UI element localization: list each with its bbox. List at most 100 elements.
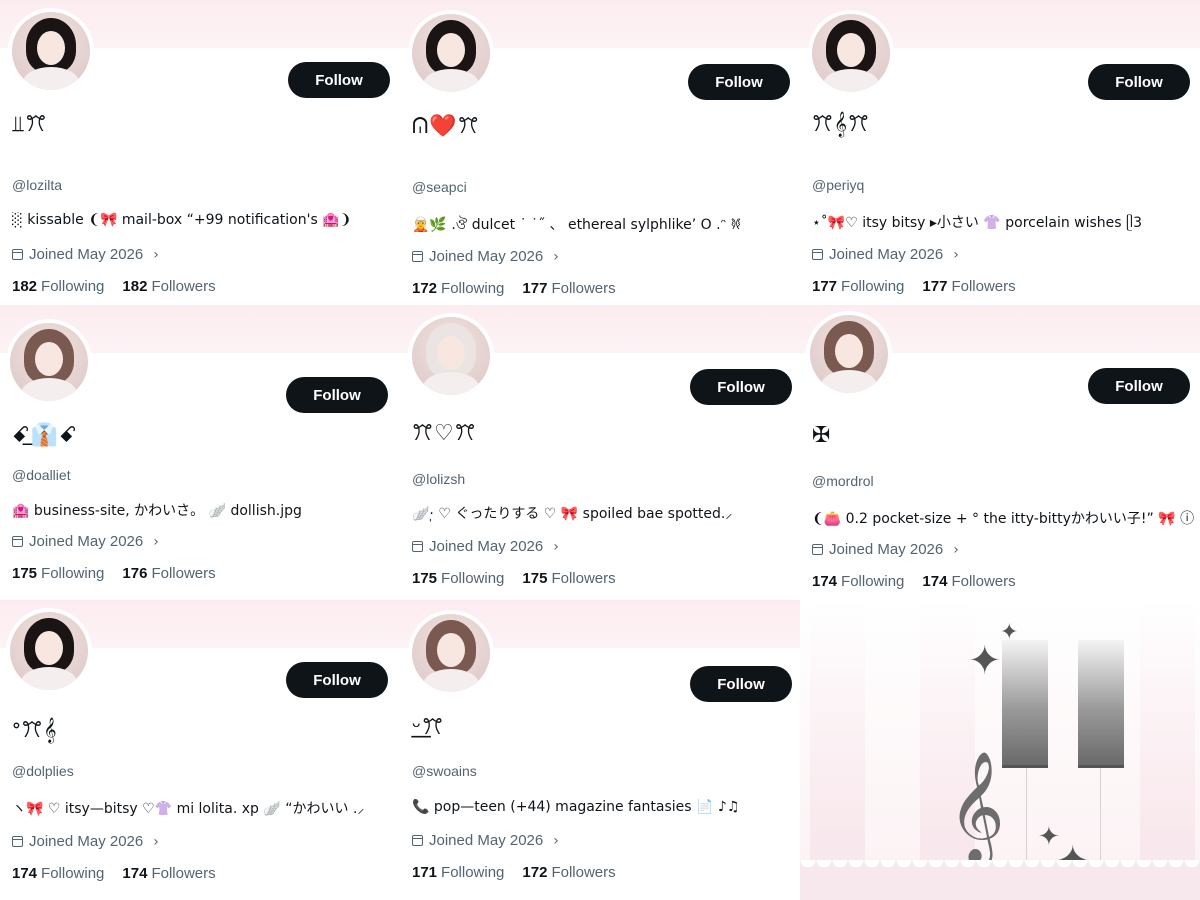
handle[interactable]: @doalliet — [12, 467, 71, 483]
joined-label: Joined May 2026 — [829, 541, 944, 558]
bio: ❨👛 0.2 pocket-size + ° the itty-bittyかわい… — [812, 511, 1194, 527]
follow-button[interactable]: Follow — [690, 369, 792, 405]
followers-count-link[interactable]: 175 Followers — [522, 570, 615, 587]
avatar[interactable] — [6, 608, 92, 694]
calendar-icon — [12, 836, 23, 847]
joined-date[interactable]: Joined May 2026 › — [812, 541, 959, 558]
bio: ░ kissable ❨🎀 mail-box “+99 notification… — [12, 212, 352, 228]
calendar-icon — [812, 249, 823, 260]
handle[interactable]: @periyq — [812, 177, 864, 193]
following-count-link[interactable]: 172 Following — [412, 280, 504, 297]
follow-button[interactable]: Follow — [286, 662, 388, 698]
bio: 🏩 business-site, かわいさ。 🪽 dollish.jpg — [12, 503, 302, 519]
followers-count: 174 — [122, 865, 148, 882]
follow-button[interactable]: Follow — [1088, 64, 1190, 100]
following-count: 175 — [12, 565, 38, 582]
avatar[interactable] — [408, 10, 494, 96]
sparkle-icon: ✦ — [1000, 620, 1019, 645]
calendar-icon — [412, 835, 423, 846]
followers-count-link[interactable]: 182 Followers — [122, 278, 215, 295]
avatar[interactable] — [808, 10, 894, 96]
display-name: ✠ — [812, 423, 832, 448]
display-name: ꗃ͟👔ꗃ — [12, 423, 78, 448]
chevron-right-icon: › — [153, 533, 159, 550]
following-count-link[interactable]: 182 Following — [12, 278, 104, 295]
avatar[interactable] — [408, 313, 494, 399]
follow-stats: 175 Following 175 Followers — [412, 570, 616, 587]
follow-stats: 171 Following 172 Followers — [412, 864, 616, 881]
bio: ヽ🎀 ♡ itsy—bitsy ♡👚 mi lolita. xp 🪽 “かわいい… — [12, 801, 365, 817]
following-label: Following — [41, 565, 105, 582]
display-name: ⫫ꔫ — [12, 112, 48, 137]
avatar[interactable] — [408, 610, 494, 696]
calendar-icon — [412, 541, 423, 552]
profile-card: Follow ꗃ͟👔ꗃ @doalliet 🏩 business-site, か… — [0, 305, 400, 605]
following-count: 177 — [812, 278, 838, 295]
following-count-link[interactable]: 175 Following — [412, 570, 504, 587]
following-count-link[interactable]: 174 Following — [812, 573, 904, 590]
handle[interactable]: @mordrol — [812, 473, 874, 489]
followers-label: Followers — [951, 278, 1016, 295]
avatar[interactable] — [8, 8, 94, 94]
chevron-right-icon: › — [553, 538, 559, 555]
display-name: ᐤꔫ𝄞 — [12, 718, 58, 743]
follow-stats: 174 Following 174 Followers — [812, 573, 1016, 590]
following-label: Following — [41, 278, 105, 295]
profile-card: Follow ✠ @mordrol ❨👛 0.2 pocket-size + °… — [800, 305, 1200, 605]
joined-label: Joined May 2026 — [29, 533, 144, 550]
followers-count-link[interactable]: 172 Followers — [522, 864, 615, 881]
profile-card: Follow ꔫ♡ꔫ @lolizsh 🪽·̩ ♡ ぐったりする ♡ 🎀 spo… — [400, 305, 800, 605]
follow-button[interactable]: Follow — [286, 377, 388, 413]
display-name: ꔫ♡ꔫ — [412, 421, 477, 446]
display-name: ᕬ❤️ꔫ — [412, 114, 480, 139]
joined-date[interactable]: Joined May 2026 › — [412, 832, 559, 849]
following-label: Following — [441, 864, 505, 881]
following-label: Following — [841, 278, 905, 295]
joined-date[interactable]: Joined May 2026 › — [812, 246, 959, 263]
following-count: 174 — [812, 573, 838, 590]
handle[interactable]: @dolplies — [12, 763, 74, 779]
following-count: 174 — [12, 865, 38, 882]
followers-label: Followers — [551, 570, 616, 587]
followers-count-link[interactable]: 174 Followers — [922, 573, 1015, 590]
handle[interactable]: @lozilta — [12, 177, 62, 193]
joined-date[interactable]: Joined May 2026 › — [12, 833, 159, 850]
decorative-piano-image: 𝄞 ✦ ✦ ✦ ✦ — [800, 600, 1200, 900]
follow-button[interactable]: Follow — [688, 64, 790, 100]
calendar-icon — [412, 251, 423, 262]
calendar-icon — [812, 544, 823, 555]
joined-date[interactable]: Joined May 2026 › — [412, 248, 559, 265]
joined-date[interactable]: Joined May 2026 › — [12, 533, 159, 550]
profile-card: Follow ᕬ❤️ꔫ @seapci 🧝🌿 .ঔ dulcet ˙ ˙˝ 、 … — [400, 0, 800, 300]
handle[interactable]: @seapci — [412, 179, 467, 195]
followers-count: 174 — [922, 573, 948, 590]
following-count-link[interactable]: 171 Following — [412, 864, 504, 881]
handle[interactable]: @lolizsh — [412, 471, 465, 487]
following-count-link[interactable]: 177 Following — [812, 278, 904, 295]
joined-date[interactable]: Joined May 2026 › — [12, 246, 159, 263]
joined-label: Joined May 2026 — [29, 246, 144, 263]
follow-stats: 182 Following 182 Followers — [12, 278, 216, 295]
joined-date[interactable]: Joined May 2026 › — [412, 538, 559, 555]
follow-button[interactable]: Follow — [690, 666, 792, 702]
followers-count-link[interactable]: 174 Followers — [122, 865, 215, 882]
follow-button[interactable]: Follow — [1088, 368, 1190, 404]
followers-count-link[interactable]: 177 Followers — [522, 280, 615, 297]
display-name: ᵕ͟ꔫ — [412, 715, 445, 740]
avatar[interactable] — [806, 311, 892, 397]
piano-black-key — [1078, 640, 1124, 768]
followers-count: 172 — [522, 864, 548, 881]
follow-button[interactable]: Follow — [288, 62, 390, 98]
chevron-right-icon: › — [153, 833, 159, 850]
following-count-link[interactable]: 175 Following — [12, 565, 104, 582]
handle[interactable]: @swoains — [412, 763, 477, 779]
followers-label: Followers — [551, 280, 616, 297]
followers-count-link[interactable]: 177 Followers — [922, 278, 1015, 295]
display-name: ꔫ𝄞ꔫ — [812, 112, 870, 137]
joined-label: Joined May 2026 — [429, 538, 544, 555]
avatar[interactable] — [6, 319, 92, 405]
followers-count-link[interactable]: 176 Followers — [122, 565, 215, 582]
following-count-link[interactable]: 174 Following — [12, 865, 104, 882]
joined-label: Joined May 2026 — [429, 832, 544, 849]
profile-card: Follow ꔫ𝄞ꔫ @periyq ⋆˚🎀♡ itsy bitsy ▸小さい … — [800, 0, 1200, 300]
